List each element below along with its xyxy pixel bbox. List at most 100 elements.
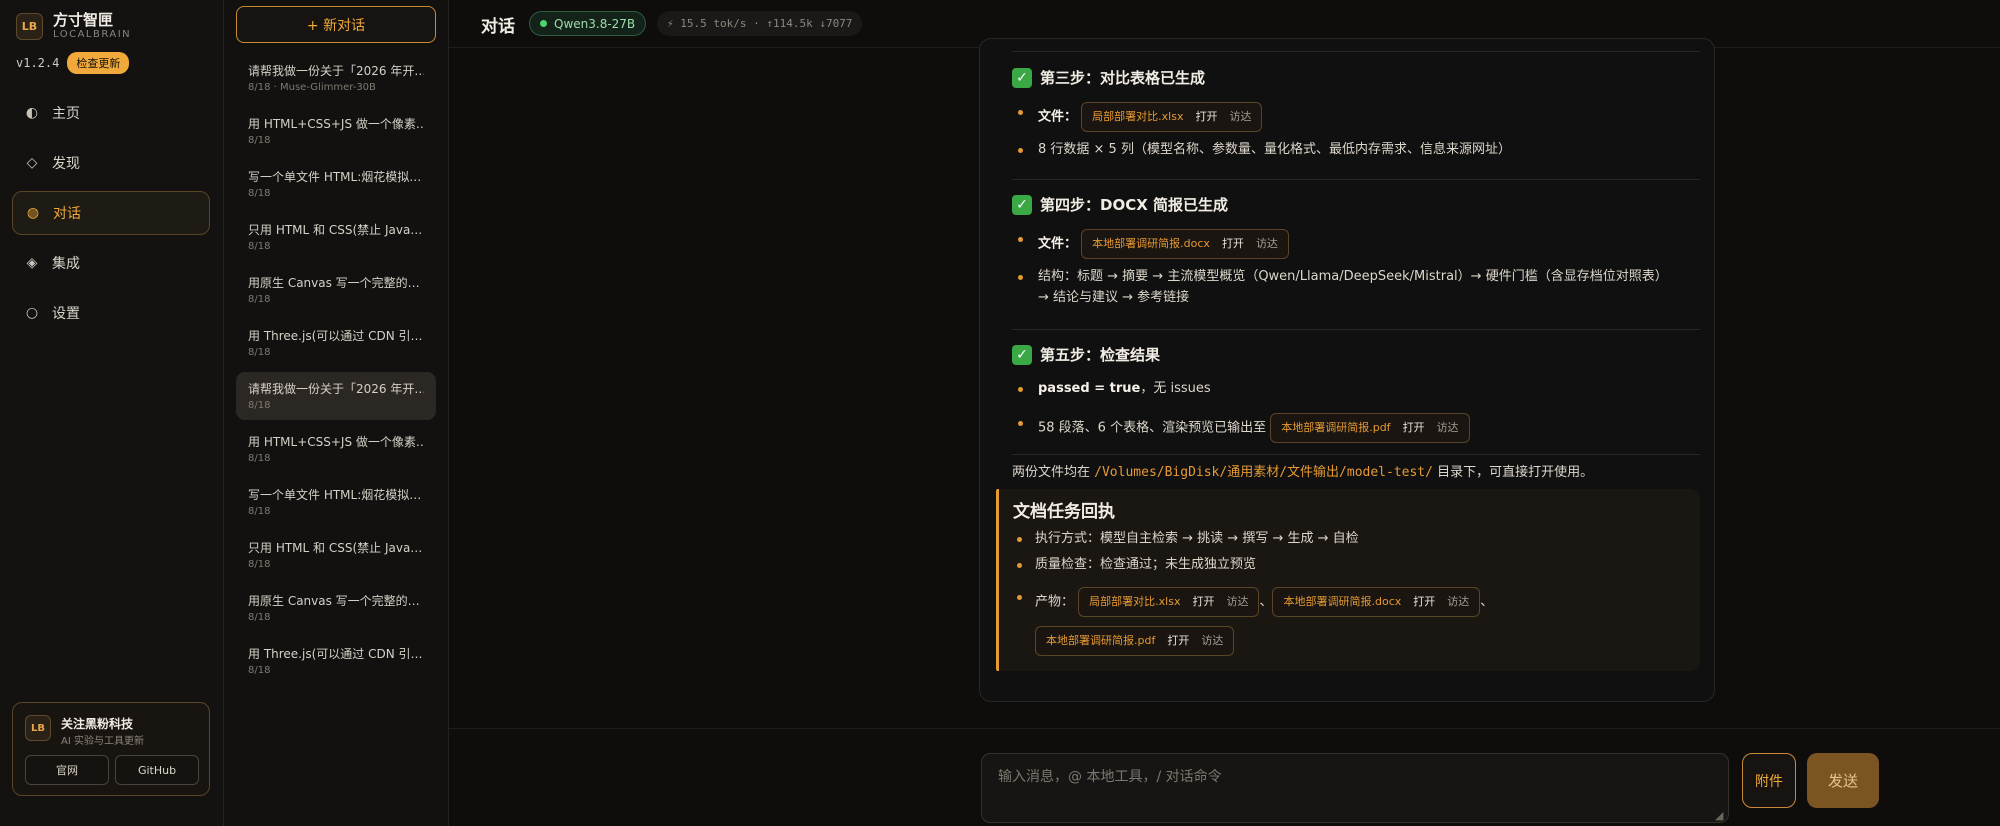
check-icon: ✓ [1012,67,1032,88]
step4-structure-item: 结构：标题 → 摘要 → 主流模型概览（Qwen/Llama/DeepSeek/… [1018,267,1668,287]
send-button[interactable]: 发送 [1807,753,1879,808]
main-sidebar: LB 方寸智匣 LOCALBRAIN v1.2.4 检查更新 ◐ 主页 ◇ 发现… [0,0,224,826]
history-item-meta: 8/18 [248,294,271,305]
file-chip-pdf: 本地部署调研简报.pdf 打开 访达 [1035,626,1235,656]
conversation-history: + 新对话 请帮我做一份关于「2026 年开… 8/18 · Muse-Glimm… [224,0,449,826]
nav-item-label: 主页 [52,106,80,122]
receipt-products-item: 产物： 局部部署对比.xlsx 打开 访达 、 本地部署调研简报.docx 打开… [1016,587,1493,617]
output-location-text: 两份文件均在 /Volumes/BigDisk/通用素材/文件输出/model-… [1012,465,1594,480]
receipt-products-continued: 本地部署调研简报.pdf 打开 访达 [1035,626,1235,656]
nav-item-integrations[interactable]: ◈ 集成 [12,241,210,285]
reveal-in-finder-button[interactable]: 访达 [1437,418,1459,438]
nav-item-label: 对话 [53,206,81,222]
history-item-meta: 8/18 [248,347,271,358]
open-button[interactable]: 打开 [1192,592,1214,612]
history-item[interactable]: 用 Three.js(可以通过 CDN 引… 8/18 [236,637,436,685]
check-icon: ✓ [1012,194,1032,215]
history-item-title: 请帮我做一份关于「2026 年开… [248,64,424,78]
nav-item-chat[interactable]: ◍ 对话 [12,191,210,235]
history-item-meta: 8/18 [248,665,271,676]
step4-structure-continued: → 结论与建议 → 参考链接 [1038,290,1190,305]
file-chip-xlsx: 局部部署对比.xlsx 打开 访达 [1078,587,1260,617]
history-item-title: 用 Three.js(可以通过 CDN 引… [248,329,423,343]
open-button[interactable]: 打开 [1403,418,1425,438]
attach-button[interactable]: 附件 [1742,753,1796,808]
history-item[interactable]: 写一个单文件 HTML:烟花模拟… 8/18 [236,478,436,526]
history-item[interactable]: 只用 HTML 和 CSS(禁止 Java… 8/18 [236,213,436,261]
step5-render-item: 58 段落、6 个表格、渲染预览已输出至 本地部署调研简报.pdf 打开 访达 [1018,413,1470,443]
follow-logo: LB [25,715,51,741]
website-button[interactable]: 官网 [25,755,109,785]
file-chip-docx: 本地部署调研简报.docx 打开 访达 [1081,229,1289,259]
file-chip-pdf: 本地部署调研简报.pdf 打开 访达 [1270,413,1470,443]
resize-grip-icon[interactable]: ◢ [1715,809,1723,822]
nav-item-home[interactable]: ◐ 主页 [12,91,210,135]
diamond-icon: ◇ [26,155,38,171]
reveal-in-finder-button[interactable]: 访达 [1201,631,1223,651]
history-item[interactable]: 写一个单文件 HTML:烟花模拟… 8/18 [236,160,436,208]
half-circle-icon: ◐ [25,105,39,121]
nav-item-label: 设置 [52,306,80,322]
github-button[interactable]: GitHub [115,755,199,785]
history-item-title: 写一个单文件 HTML:烟花模拟… [248,488,422,502]
reveal-in-finder-button[interactable]: 访达 [1229,107,1251,127]
diamond-filled-icon: ◈ [26,255,38,271]
token-stats-badge: ⚡ 15.5 tok/s · ↑114.5k ↓7077 [657,11,863,36]
reveal-in-finder-button[interactable]: 访达 [1226,592,1248,612]
assistant-message: ✓ 第三步：对比表格已生成 文件： 局部部署对比.xlsx 打开 访达 8 行数… [979,38,1715,702]
nav-item-discover[interactable]: ◇ 发现 [12,141,210,185]
history-item-title: 用原生 Canvas 写一个完整的… [248,276,420,290]
app-name: 方寸智匣 [53,11,114,29]
file-chip-docx: 本地部署调研简报.docx 打开 访达 [1272,587,1481,617]
history-item[interactable]: 请帮我做一份关于「2026 年开… 8/18 [236,372,436,420]
step3-file-item: 文件： 局部部署对比.xlsx 打开 访达 [1017,102,1263,132]
message-area: ✓ 第三步：对比表格已生成 文件： 局部部署对比.xlsx 打开 访达 8 行数… [449,38,2000,728]
brand: LB 方寸智匣 LOCALBRAIN [16,12,131,41]
history-item[interactable]: 用原生 Canvas 写一个完整的… 8/18 [236,584,436,632]
divider [1012,51,1700,52]
history-item-title: 请帮我做一份关于「2026 年开… [248,382,424,396]
receipt-quality-item: 质量检查：检查通过；未生成独立预览 [1016,555,1256,575]
history-item-meta: 8/18 [248,612,271,623]
history-item-title: 用 Three.js(可以通过 CDN 引… [248,647,423,661]
receipt-exec-item: 执行方式：模型自主检索 → 挑读 → 撰写 → 生成 → 自检 [1017,529,1359,549]
history-item-meta: 8/18 [248,453,271,464]
history-item-title: 用 HTML+CSS+JS 做一个像素… [248,117,424,131]
history-item[interactable]: 只用 HTML 和 CSS(禁止 Java… 8/18 [236,531,436,579]
history-item-title: 写一个单文件 HTML:烟花模拟… [248,170,422,184]
history-item[interactable]: 用 Three.js(可以通过 CDN 引… 8/18 [236,319,436,367]
app-logo: LB [16,13,43,40]
history-item-meta: 8/18 · Muse-Glimmer-30B [248,82,376,93]
model-badge[interactable]: Qwen3.8-27B [529,11,647,36]
open-button[interactable]: 打开 [1222,234,1244,254]
nav-item-settings[interactable]: ○ 设置 [12,291,210,335]
history-item-title: 用原生 Canvas 写一个完整的… [248,594,420,608]
open-button[interactable]: 打开 [1167,631,1189,651]
history-item[interactable]: 用 HTML+CSS+JS 做一个像素… 8/18 [236,425,436,473]
nav-item-label: 发现 [52,156,80,172]
divider [1012,329,1700,330]
history-item[interactable]: 用原生 Canvas 写一个完整的… 8/18 [236,266,436,314]
output-path: /Volumes/BigDisk/通用素材/文件输出/model-test/ [1094,465,1433,480]
new-chat-button[interactable]: + 新对话 [236,6,436,43]
receipt-heading: 文档任务回执 [1013,502,1115,522]
step4-file-item: 文件： 本地部署调研简报.docx 打开 访达 [1018,229,1289,259]
task-receipt: 文档任务回执 执行方式：模型自主检索 → 挑读 → 撰写 → 生成 → 自检 质… [996,489,1700,671]
step3-detail-item: 8 行数据 × 5 列（模型名称、参数量、量化格式、最低内存需求、信息来源网址） [1018,140,1511,160]
open-button[interactable]: 打开 [1195,107,1217,127]
history-item-meta: 8/18 [248,400,271,411]
reveal-in-finder-button[interactable]: 访达 [1256,234,1278,254]
reveal-in-finder-button[interactable]: 访达 [1447,592,1469,612]
history-item[interactable]: 请帮我做一份关于「2026 年开… 8/18 · Muse-Glimmer-30B [236,54,436,102]
check-update-button[interactable]: 检查更新 [67,52,130,74]
history-item-meta: 8/18 [248,135,271,146]
history-item-meta: 8/18 [248,506,271,517]
step3-heading: ✓ 第三步：对比表格已生成 [1012,67,1205,88]
composer: ◢ 附件 发送 [449,728,2000,826]
open-button[interactable]: 打开 [1413,592,1435,612]
check-icon: ✓ [1012,344,1032,365]
file-chip-xlsx: 局部部署对比.xlsx 打开 访达 [1081,102,1263,132]
message-input[interactable] [981,753,1729,823]
history-item[interactable]: 用 HTML+CSS+JS 做一个像素… 8/18 [236,107,436,155]
circle-icon: ○ [25,305,39,321]
